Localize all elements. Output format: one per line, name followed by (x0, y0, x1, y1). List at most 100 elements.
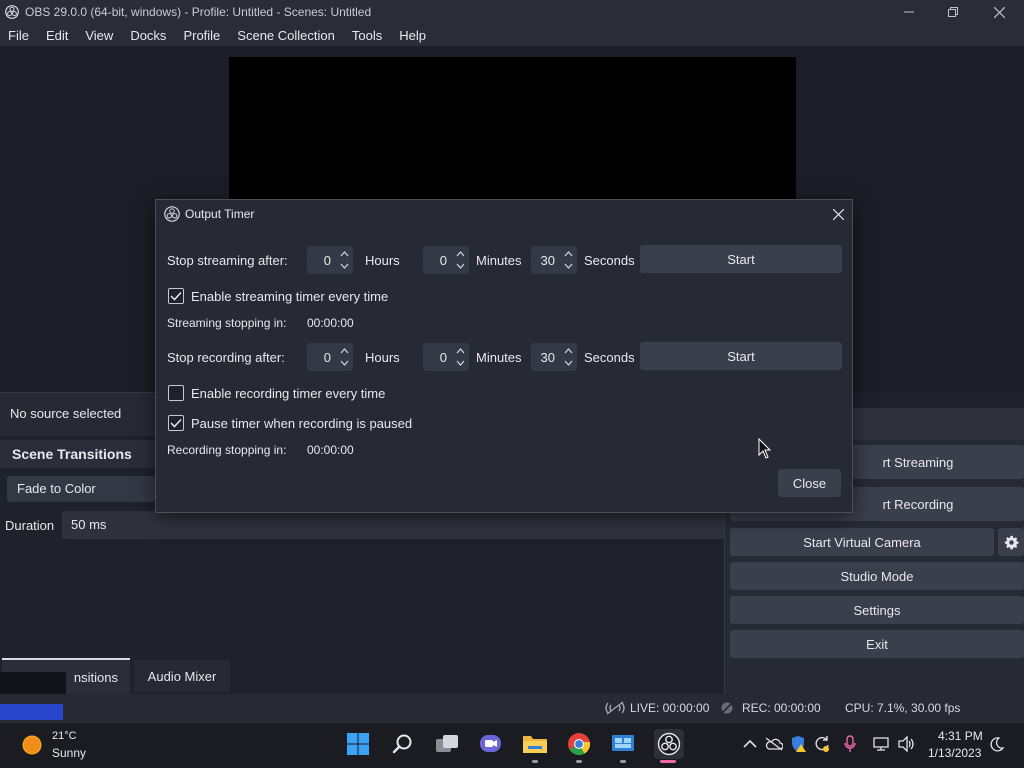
chevron-down-icon[interactable] (561, 260, 575, 272)
chevron-up-icon[interactable] (561, 248, 575, 260)
menu-file[interactable]: File (0, 28, 38, 43)
teams-chat-button[interactable] (478, 731, 504, 757)
checkmark-icon (170, 418, 182, 428)
record-start-label: Start (727, 348, 755, 364)
record-minutes-spinbox[interactable]: 0 (423, 343, 469, 371)
record-seconds-label: Seconds (584, 350, 635, 365)
obs-active-indicator (660, 760, 676, 763)
pause-timer-label: Pause timer when recording is paused (191, 416, 413, 431)
stream-minutes-label: Minutes (476, 253, 522, 268)
record-stopping-label: Recording stopping in: (167, 443, 287, 457)
close-button-label: Close (792, 475, 827, 491)
studio-mode-button[interactable]: Studio Mode (730, 562, 1024, 590)
menu-help[interactable]: Help (391, 28, 435, 43)
tab-audio-mixer[interactable]: Audio Mixer (134, 660, 230, 692)
record-seconds-spinbox[interactable]: 30 (531, 343, 577, 371)
speaker-icon (898, 736, 914, 752)
volume-tray-icon[interactable] (897, 735, 915, 753)
record-start-button[interactable]: Start (640, 342, 842, 370)
exit-button[interactable]: Exit (730, 630, 1024, 658)
update-tray-icon[interactable] (813, 735, 831, 753)
shield-icon (792, 736, 806, 752)
record-minutes-label: Minutes (476, 350, 522, 365)
close-window-button[interactable] (976, 0, 1022, 24)
close-icon (993, 6, 1005, 18)
scene-transitions-title: Scene Transitions (12, 446, 132, 462)
record-hours-spinbox[interactable]: 0 (307, 343, 353, 371)
transition-select[interactable]: Fade to Color (7, 476, 155, 502)
taskbar-search-button[interactable] (390, 731, 416, 757)
clock-date[interactable]: 1/13/2023 (928, 746, 981, 760)
rec-status: REC: 00:00:00 (742, 701, 821, 715)
record-enable-label: Enable recording timer every time (191, 386, 386, 401)
sun-weather-icon[interactable] (21, 734, 43, 756)
menu-bar: File Edit View Docks Profile Scene Colle… (0, 24, 1024, 46)
obs-icon (657, 732, 681, 756)
file-explorer-running-indicator (532, 760, 538, 763)
stream-enable-checkbox[interactable] (168, 288, 184, 304)
stream-start-button[interactable]: Start (640, 245, 842, 273)
control-panel-icon (612, 735, 634, 751)
task-view-button[interactable] (434, 731, 460, 757)
record-enable-checkbox[interactable] (168, 385, 184, 401)
menu-view[interactable]: View (77, 28, 122, 43)
minimize-button[interactable] (886, 0, 932, 24)
accent-block (0, 704, 63, 720)
dialog-close-text-button[interactable]: Close (778, 469, 841, 497)
tray-overflow-button[interactable] (741, 735, 759, 753)
menu-docks[interactable]: Docks (122, 28, 175, 43)
start-virtual-camera-button[interactable]: Start Virtual Camera (730, 528, 994, 556)
restore-button[interactable] (930, 0, 976, 24)
menu-scene-collection[interactable]: Scene Collection (229, 28, 344, 43)
chevron-down-icon[interactable] (561, 357, 575, 369)
restore-icon (948, 7, 958, 17)
chrome-button[interactable] (566, 731, 592, 757)
windows-start-button[interactable] (345, 731, 371, 757)
window-title: OBS 29.0.0 (64-bit, windows) - Profile: … (25, 5, 372, 19)
chevron-up-icon[interactable] (337, 345, 351, 357)
stop-streaming-label: Stop streaming after: (167, 253, 288, 268)
chevron-up-icon[interactable] (453, 345, 467, 357)
cpu-status: CPU: 7.1%, 30.00 fps (845, 701, 961, 715)
clock-time[interactable]: 4:31 PM (938, 729, 983, 743)
stream-stopping-value: 00:00:00 (307, 316, 354, 330)
chevron-down-icon[interactable] (453, 357, 467, 369)
stream-start-label: Start (727, 251, 755, 267)
preview-canvas[interactable] (229, 57, 796, 201)
stop-recording-label: Stop recording after: (167, 350, 285, 365)
settings-button[interactable]: Settings (730, 596, 1024, 624)
chevron-down-icon[interactable] (337, 357, 351, 369)
stream-seconds-spinbox[interactable]: 30 (531, 246, 577, 274)
chevron-down-icon[interactable] (453, 260, 467, 272)
recording-indicator-icon (720, 701, 734, 715)
chevron-up-icon[interactable] (337, 248, 351, 260)
stream-minutes-value: 0 (439, 253, 447, 268)
stream-hours-spinbox[interactable]: 0 (307, 246, 353, 274)
virtual-camera-settings-button[interactable] (998, 528, 1024, 556)
microphone-tray-icon[interactable] (841, 735, 859, 753)
dialog-close-button[interactable] (829, 205, 847, 223)
menu-edit[interactable]: Edit (38, 28, 77, 43)
focus-assist-tray-icon[interactable] (988, 735, 1006, 753)
file-explorer-button[interactable] (522, 731, 548, 757)
record-seconds-value: 30 (540, 350, 555, 365)
obs-taskbar-button[interactable] (654, 729, 684, 759)
settings-label: Settings (853, 602, 901, 618)
onedrive-tray-icon[interactable] (765, 735, 783, 753)
stream-seconds-label: Seconds (584, 253, 635, 268)
menu-tools[interactable]: Tools (344, 28, 391, 43)
no-source-label: No source selected (10, 406, 122, 421)
record-stopping-value: 00:00:00 (307, 443, 354, 457)
chevron-down-icon[interactable] (337, 260, 351, 272)
stream-seconds-value: 30 (540, 253, 555, 268)
security-tray-icon[interactable] (789, 735, 807, 753)
controls-header (852, 408, 1024, 440)
duration-input[interactable]: 50 ms (62, 511, 724, 539)
network-tray-icon[interactable] (872, 735, 890, 753)
menu-profile[interactable]: Profile (175, 28, 229, 43)
stream-minutes-spinbox[interactable]: 0 (423, 246, 469, 274)
chevron-up-icon[interactable] (561, 345, 575, 357)
control-panel-button[interactable] (610, 731, 636, 757)
pause-timer-checkbox[interactable] (168, 415, 184, 431)
chevron-up-icon[interactable] (453, 248, 467, 260)
